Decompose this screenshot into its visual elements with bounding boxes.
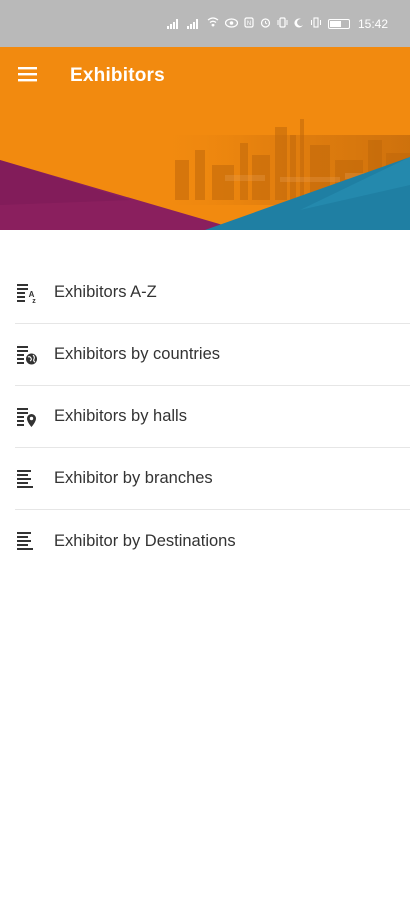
menu-item-exhibitor-by-branches[interactable]: Exhibitor by branches bbox=[15, 448, 410, 510]
menu-button[interactable] bbox=[0, 47, 56, 105]
svg-text:z: z bbox=[32, 298, 36, 304]
list-az-icon: A z bbox=[15, 281, 39, 305]
menu-item-exhibitors-by-halls[interactable]: Exhibitors by halls bbox=[15, 386, 410, 448]
battery-icon bbox=[327, 18, 350, 29]
eye-icon bbox=[224, 17, 239, 31]
svg-text:N: N bbox=[247, 21, 251, 27]
signal-icon bbox=[186, 18, 201, 29]
list-location-icon bbox=[15, 405, 39, 429]
app-bar: Exhibitors bbox=[0, 47, 410, 105]
menu-item-exhibitor-by-destinations[interactable]: Exhibitor by Destinations bbox=[15, 510, 410, 572]
hamburger-menu-icon bbox=[18, 66, 38, 87]
menu-item-label: Exhibitors by countries bbox=[54, 345, 220, 363]
status-time: 15:42 bbox=[357, 16, 388, 31]
menu-item-exhibitors-a-z[interactable]: A z Exhibitors A-Z bbox=[15, 262, 410, 324]
menu-item-label: Exhibitor by Destinations bbox=[54, 531, 236, 550]
header-banner bbox=[0, 105, 410, 230]
list-lines-icon bbox=[15, 467, 39, 491]
page-title: Exhibitors bbox=[70, 65, 165, 86]
status-bar: N 15:42 bbox=[0, 0, 410, 47]
menu-item-label: Exhibitors A-Z bbox=[54, 283, 157, 301]
menu-item-exhibitors-by-countries[interactable]: Exhibitors by countries bbox=[15, 324, 410, 386]
alarm-icon bbox=[260, 17, 271, 31]
list-globe-icon bbox=[15, 343, 39, 367]
menu-item-label: Exhibitor by branches bbox=[54, 469, 213, 487]
menu-item-label: Exhibitors by halls bbox=[54, 407, 187, 425]
banner-graphic bbox=[0, 105, 410, 230]
list-lines-icon bbox=[15, 529, 39, 553]
wifi-icon bbox=[207, 16, 219, 31]
nfc-icon: N bbox=[244, 16, 254, 31]
vibrate-icon bbox=[277, 16, 288, 31]
vibration-icon bbox=[310, 16, 322, 31]
signal-icon bbox=[166, 18, 181, 29]
moon-icon bbox=[294, 17, 304, 31]
exhibitors-menu-list: A z Exhibitors A-Z Exhibitors by countri… bbox=[0, 262, 410, 572]
